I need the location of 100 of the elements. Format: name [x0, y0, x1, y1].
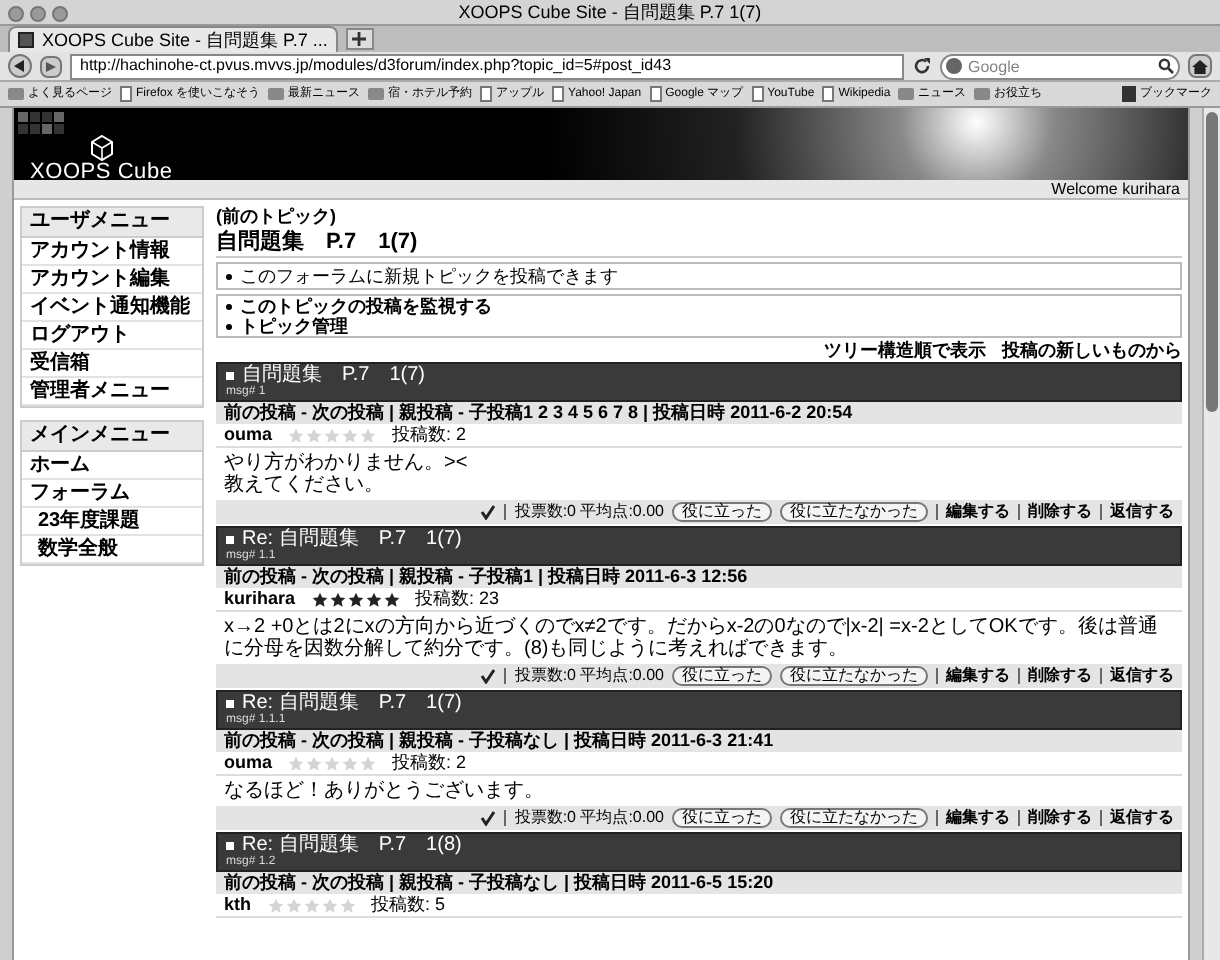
vote-button[interactable]: 役に立った — [672, 666, 772, 686]
back-arrow-icon — [14, 60, 26, 72]
vote-stats: 投票数:0 平均点:0.00 — [504, 810, 664, 826]
folder-icon — [8, 88, 24, 100]
folder-icon — [974, 88, 991, 100]
view-order-link[interactable]: 投稿の新しいものから — [1002, 340, 1182, 360]
forward-button[interactable] — [40, 55, 62, 77]
bullet-icon — [226, 303, 232, 309]
post-text: 教えてください。 — [224, 474, 386, 496]
view-order-link[interactable]: ツリー構造順で表示 — [824, 340, 986, 360]
scrollbar-thumb[interactable] — [1206, 112, 1218, 412]
page-icon — [751, 86, 764, 102]
post-text: なるほど！ありがとうございます。 — [224, 780, 546, 802]
bullet-icon — [226, 273, 232, 279]
minimize-button[interactable] — [30, 6, 46, 22]
bullet-icon — [226, 841, 234, 849]
post-title[interactable]: Re: 自問題集 P.7 1(7) — [242, 528, 462, 550]
sidebar-link[interactable]: イベント通知機能 — [22, 294, 202, 322]
zoom-button[interactable] — [52, 6, 68, 22]
home-button[interactable] — [1188, 54, 1212, 78]
post-action-link[interactable]: 編集する — [936, 810, 1010, 826]
folder-icon — [268, 88, 285, 100]
vote-button[interactable]: 役に立たなかった — [780, 502, 928, 522]
post-action-link[interactable]: 返信する — [1100, 504, 1174, 520]
vote-button[interactable]: 役に立たなかった — [780, 666, 928, 686]
sidebar-heading: ユーザメニュー — [22, 208, 202, 238]
previous-topic-link[interactable]: (前のトピック) — [216, 206, 1182, 228]
address-field[interactable]: http://hachinohe-ct.pvus.mvvs.jp/modules/d3forum/index.php?topic_id=5#post_id43 — [70, 53, 904, 79]
post-count: 投稿数: 5 — [371, 894, 446, 916]
bookmark-icon — [1122, 86, 1136, 102]
sidebar-link[interactable]: ログアウト — [22, 322, 202, 350]
folder-icon — [368, 88, 385, 100]
sidebar-link[interactable]: 数学全般 — [22, 536, 202, 564]
site-logo[interactable]: XOOPS Cube — [30, 162, 173, 184]
page-icon — [480, 86, 493, 102]
action-link[interactable]: トピック管理 — [240, 316, 348, 336]
post-title[interactable]: Re: 自問題集 P.7 1(7) — [242, 692, 462, 714]
search-icon — [1158, 57, 1174, 73]
cube-icon — [87, 134, 116, 162]
window-title: XOOPS Cube Site - 自問題集 P.7 1(7) — [458, 1, 762, 23]
post-count: 投稿数: 2 — [392, 752, 467, 774]
welcome-text: Welcome kurihara — [1051, 181, 1180, 197]
post-count: 投稿数: 2 — [392, 424, 467, 446]
post-count: 投稿数: 23 — [415, 588, 500, 610]
post-title[interactable]: 自問題集 P.7 1(7) — [242, 364, 426, 386]
sidebar-link[interactable]: 受信箱 — [22, 350, 202, 378]
sidebar-link[interactable]: アカウント編集 — [22, 266, 202, 294]
bullet-icon — [226, 699, 234, 707]
sidebar-link[interactable]: ホーム — [22, 452, 202, 480]
sidebar-link[interactable]: 23年度課題 — [22, 508, 202, 536]
sidebar-link[interactable]: フォーラム — [22, 480, 202, 508]
user-name[interactable]: kurihara — [224, 588, 296, 610]
vote-icon — [480, 668, 497, 684]
square-pattern-drawing — [18, 112, 64, 134]
action-link[interactable]: このトピックの投稿を監視する — [240, 296, 492, 316]
post-action-link[interactable]: 削除する — [1018, 668, 1092, 684]
vote-stats: 投票数:0 平均点:0.00 — [504, 504, 664, 520]
post-navigation[interactable]: 前の投稿 - 次の投稿 | 親投稿 - 子投稿1 | 投稿日時 2011-6-3 12:56 — [216, 566, 1182, 588]
vote-button[interactable]: 役に立たなかった — [780, 808, 928, 828]
post-navigation[interactable]: 前の投稿 - 次の投稿 | 親投稿 - 子投稿なし | 投稿日時 2011-6-5 15:20 — [216, 872, 1182, 894]
post-action-link[interactable]: 返信する — [1100, 810, 1174, 826]
forward-arrow-icon — [46, 61, 56, 71]
post-action-link[interactable]: 編集する — [936, 668, 1010, 684]
post-text: x→2 +0とは2にxの方向から近づくのでx≠2です。だからx-2の0なので|x-2| =x-2としてOKです。後は普通に分母を因数分解して約分です。(8)も同じように考えればできます。 — [224, 616, 1160, 660]
sidebar-link[interactable]: 管理者メニュー — [22, 378, 202, 406]
browser-tab[interactable]: XOOPS Cube Site - 自問題集 P.7 ... — [8, 26, 338, 52]
post-action-link[interactable]: 返信する — [1100, 668, 1174, 684]
back-button[interactable] — [8, 54, 32, 78]
user-name[interactable]: kth — [224, 894, 251, 916]
notice-text: このフォーラムに新規トピックを投稿できます — [240, 264, 618, 288]
vote-button[interactable]: 役に立った — [672, 808, 772, 828]
page-icon — [822, 86, 835, 102]
post-text: やり方がわかりません。>< — [224, 452, 470, 474]
page-icon — [552, 86, 565, 102]
vote-button[interactable]: 役に立った — [672, 502, 772, 522]
vote-icon — [480, 810, 497, 826]
vote-stats: 投票数:0 平均点:0.00 — [504, 668, 664, 684]
folder-icon — [898, 88, 915, 100]
favicon-icon — [18, 32, 34, 48]
user-name[interactable]: ouma — [224, 752, 273, 774]
bullet-icon — [226, 535, 234, 543]
post-navigation[interactable]: 前の投稿 - 次の投稿 | 親投稿 - 子投稿なし | 投稿日時 2011-6-3 21:41 — [216, 730, 1182, 752]
vote-icon — [480, 504, 497, 520]
user-name[interactable]: ouma — [224, 424, 273, 446]
bullet-icon — [226, 371, 234, 379]
page-icon — [120, 86, 132, 102]
sidebar-link[interactable]: アカウント情報 — [22, 238, 202, 266]
topic-heading: 自問題集 P.7 1(7) — [216, 228, 1182, 258]
new-tab-button[interactable] — [345, 28, 374, 50]
post-action-link[interactable]: 削除する — [1018, 504, 1092, 520]
close-button[interactable] — [8, 6, 24, 22]
post-title[interactable]: Re: 自問題集 P.7 1(8) — [242, 834, 462, 856]
reload-icon[interactable] — [912, 56, 932, 76]
sidebar-heading: メインメニュー — [22, 422, 202, 452]
page-icon — [649, 86, 662, 102]
bullet-icon — [226, 323, 232, 329]
search-field[interactable]: Google — [940, 53, 1180, 79]
post-navigation[interactable]: 前の投稿 - 次の投稿 | 親投稿 - 子投稿1 2 3 4 5 6 7 8 | 投稿日時 2011-6-2 20:54 — [216, 402, 1182, 424]
post-action-link[interactable]: 編集する — [936, 504, 1010, 520]
post-action-link[interactable]: 削除する — [1018, 810, 1092, 826]
